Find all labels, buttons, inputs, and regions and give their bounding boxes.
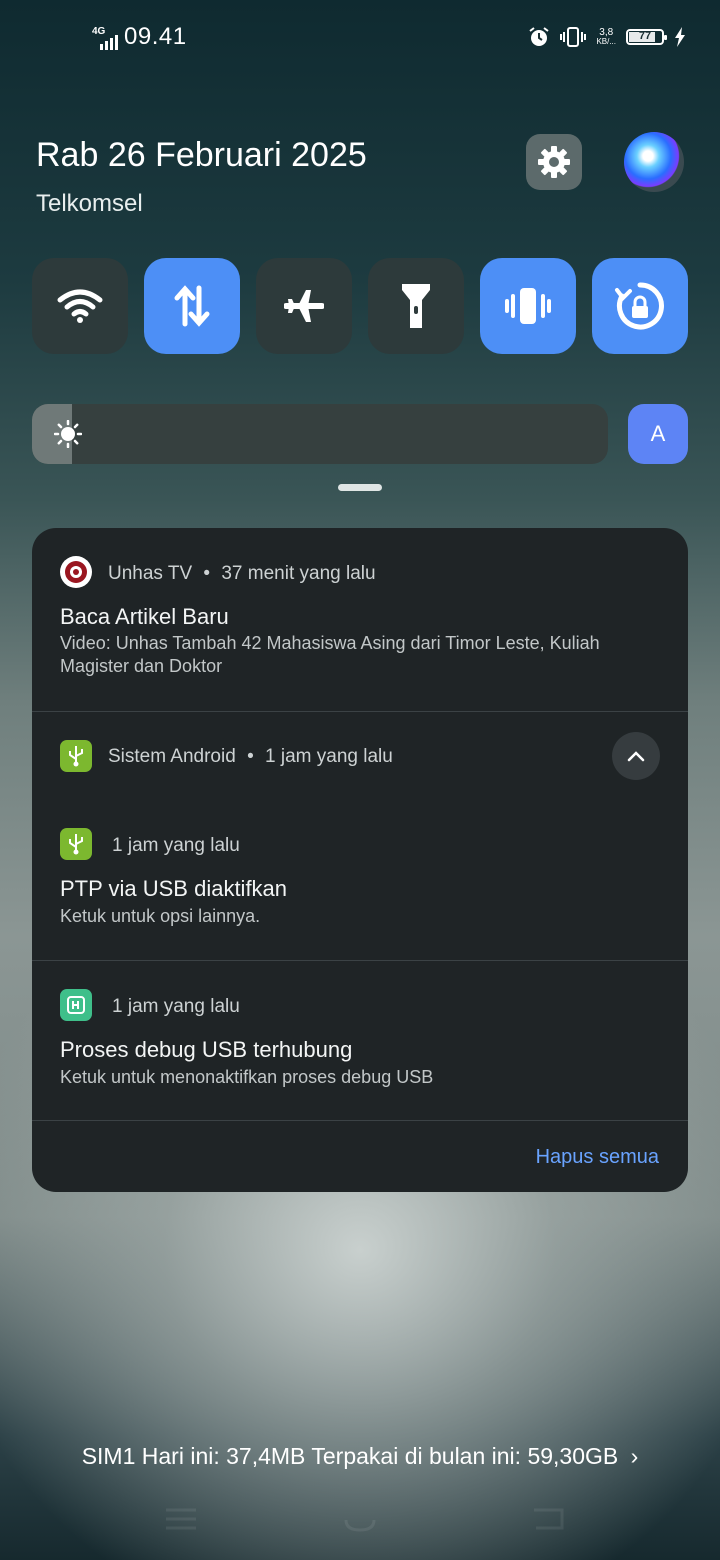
notification-time: 37 menit yang lalu	[221, 563, 376, 584]
tile-vibrate[interactable]	[480, 258, 576, 354]
flashlight-icon	[402, 284, 430, 328]
notification-time: 1 jam yang lalu	[112, 996, 240, 1017]
data-usage-text: SIM1 Hari ini: 37,4MB Terpakai di bulan …	[81, 1443, 619, 1469]
notification-meta: Unhas TV • 37 menit yang lalu	[108, 563, 376, 584]
menu-nav-icon[interactable]	[164, 1506, 198, 1532]
app-name: Unhas TV	[108, 563, 193, 584]
collapse-group-button[interactable]	[612, 732, 660, 780]
usb-icon	[60, 828, 92, 860]
chevron-up-icon	[627, 751, 645, 762]
app-name: Sistem Android	[108, 746, 236, 767]
settings-button[interactable]	[526, 134, 582, 190]
tile-airplane-mode[interactable]	[256, 258, 352, 354]
clock: 09.41	[124, 23, 187, 50]
home-nav-icon[interactable]	[343, 1506, 377, 1532]
theme-store-button[interactable]	[624, 132, 684, 192]
notification-title: PTP via USB diaktifkan	[60, 876, 288, 901]
vibrate-icon	[505, 288, 551, 324]
data-arrows-icon	[174, 285, 210, 327]
auto-brightness-button[interactable]: A	[628, 404, 688, 464]
gear-icon	[538, 146, 570, 178]
signal-strength-icon: 4G	[92, 26, 118, 50]
tile-wifi[interactable]	[32, 258, 128, 354]
network-type-label: 4G	[92, 26, 106, 37]
tile-auto-rotate-lock[interactable]	[592, 258, 688, 354]
tile-flashlight[interactable]	[368, 258, 464, 354]
status-bar-left: 4G 09.41	[92, 24, 187, 50]
quick-settings-tiles	[32, 258, 688, 354]
panel-drag-handle[interactable]	[338, 484, 382, 491]
vibrate-icon	[560, 27, 587, 47]
clear-all-button[interactable]: Hapus semua	[536, 1146, 659, 1169]
alarm-icon	[529, 27, 550, 46]
notification-title: Proses debug USB terhubung	[60, 1037, 353, 1062]
brightness-slider[interactable]	[32, 404, 608, 464]
airplane-icon	[284, 290, 324, 322]
battery-level: 77	[638, 30, 652, 42]
notification-body: Ketuk untuk opsi lainnya.	[60, 906, 261, 926]
back-nav-icon[interactable]	[530, 1506, 566, 1532]
notification-body: Video: Unhas Tambah 42 Mahasiswa Asing d…	[60, 633, 600, 676]
divider	[32, 960, 688, 961]
netspeed-value: 3,8	[599, 27, 614, 38]
charging-icon	[675, 27, 685, 47]
notification-body: Ketuk untuk menonaktifkan proses debug U…	[60, 1067, 434, 1087]
data-usage-info[interactable]: SIM1 Hari ini: 37,4MB Terpakai di bulan …	[0, 1443, 720, 1470]
sun-icon	[54, 420, 82, 448]
navigation-bar	[0, 1500, 720, 1540]
tile-mobile-data[interactable]	[144, 258, 240, 354]
rotate-lock-icon	[615, 282, 664, 330]
divider	[32, 711, 688, 712]
wifi-icon	[57, 289, 103, 323]
chevron-right-icon: ›	[630, 1443, 639, 1469]
debug-icon	[60, 989, 92, 1021]
battery-icon: 77	[626, 29, 667, 45]
notification-time: 1 jam yang lalu	[265, 746, 393, 767]
date-label: Rab 26 Februari 2025	[36, 136, 367, 174]
netspeed-unit: KB/...	[596, 37, 616, 46]
unhas-tv-app-icon	[60, 556, 92, 588]
notification-card: Unhas TV • 37 menit yang lalu Baca Artik…	[32, 528, 688, 1192]
notification-time: 1 jam yang lalu	[112, 835, 240, 856]
carrier-label: Telkomsel	[36, 190, 143, 217]
status-bar-right: 3,8 KB/... 77	[528, 26, 686, 48]
notification-title: Baca Artikel Baru	[60, 604, 229, 629]
network-speed: 3,8 KB/...	[596, 27, 616, 47]
divider	[32, 1120, 688, 1121]
notification-meta: Sistem Android • 1 jam yang lalu	[108, 746, 393, 767]
usb-icon	[60, 740, 92, 772]
